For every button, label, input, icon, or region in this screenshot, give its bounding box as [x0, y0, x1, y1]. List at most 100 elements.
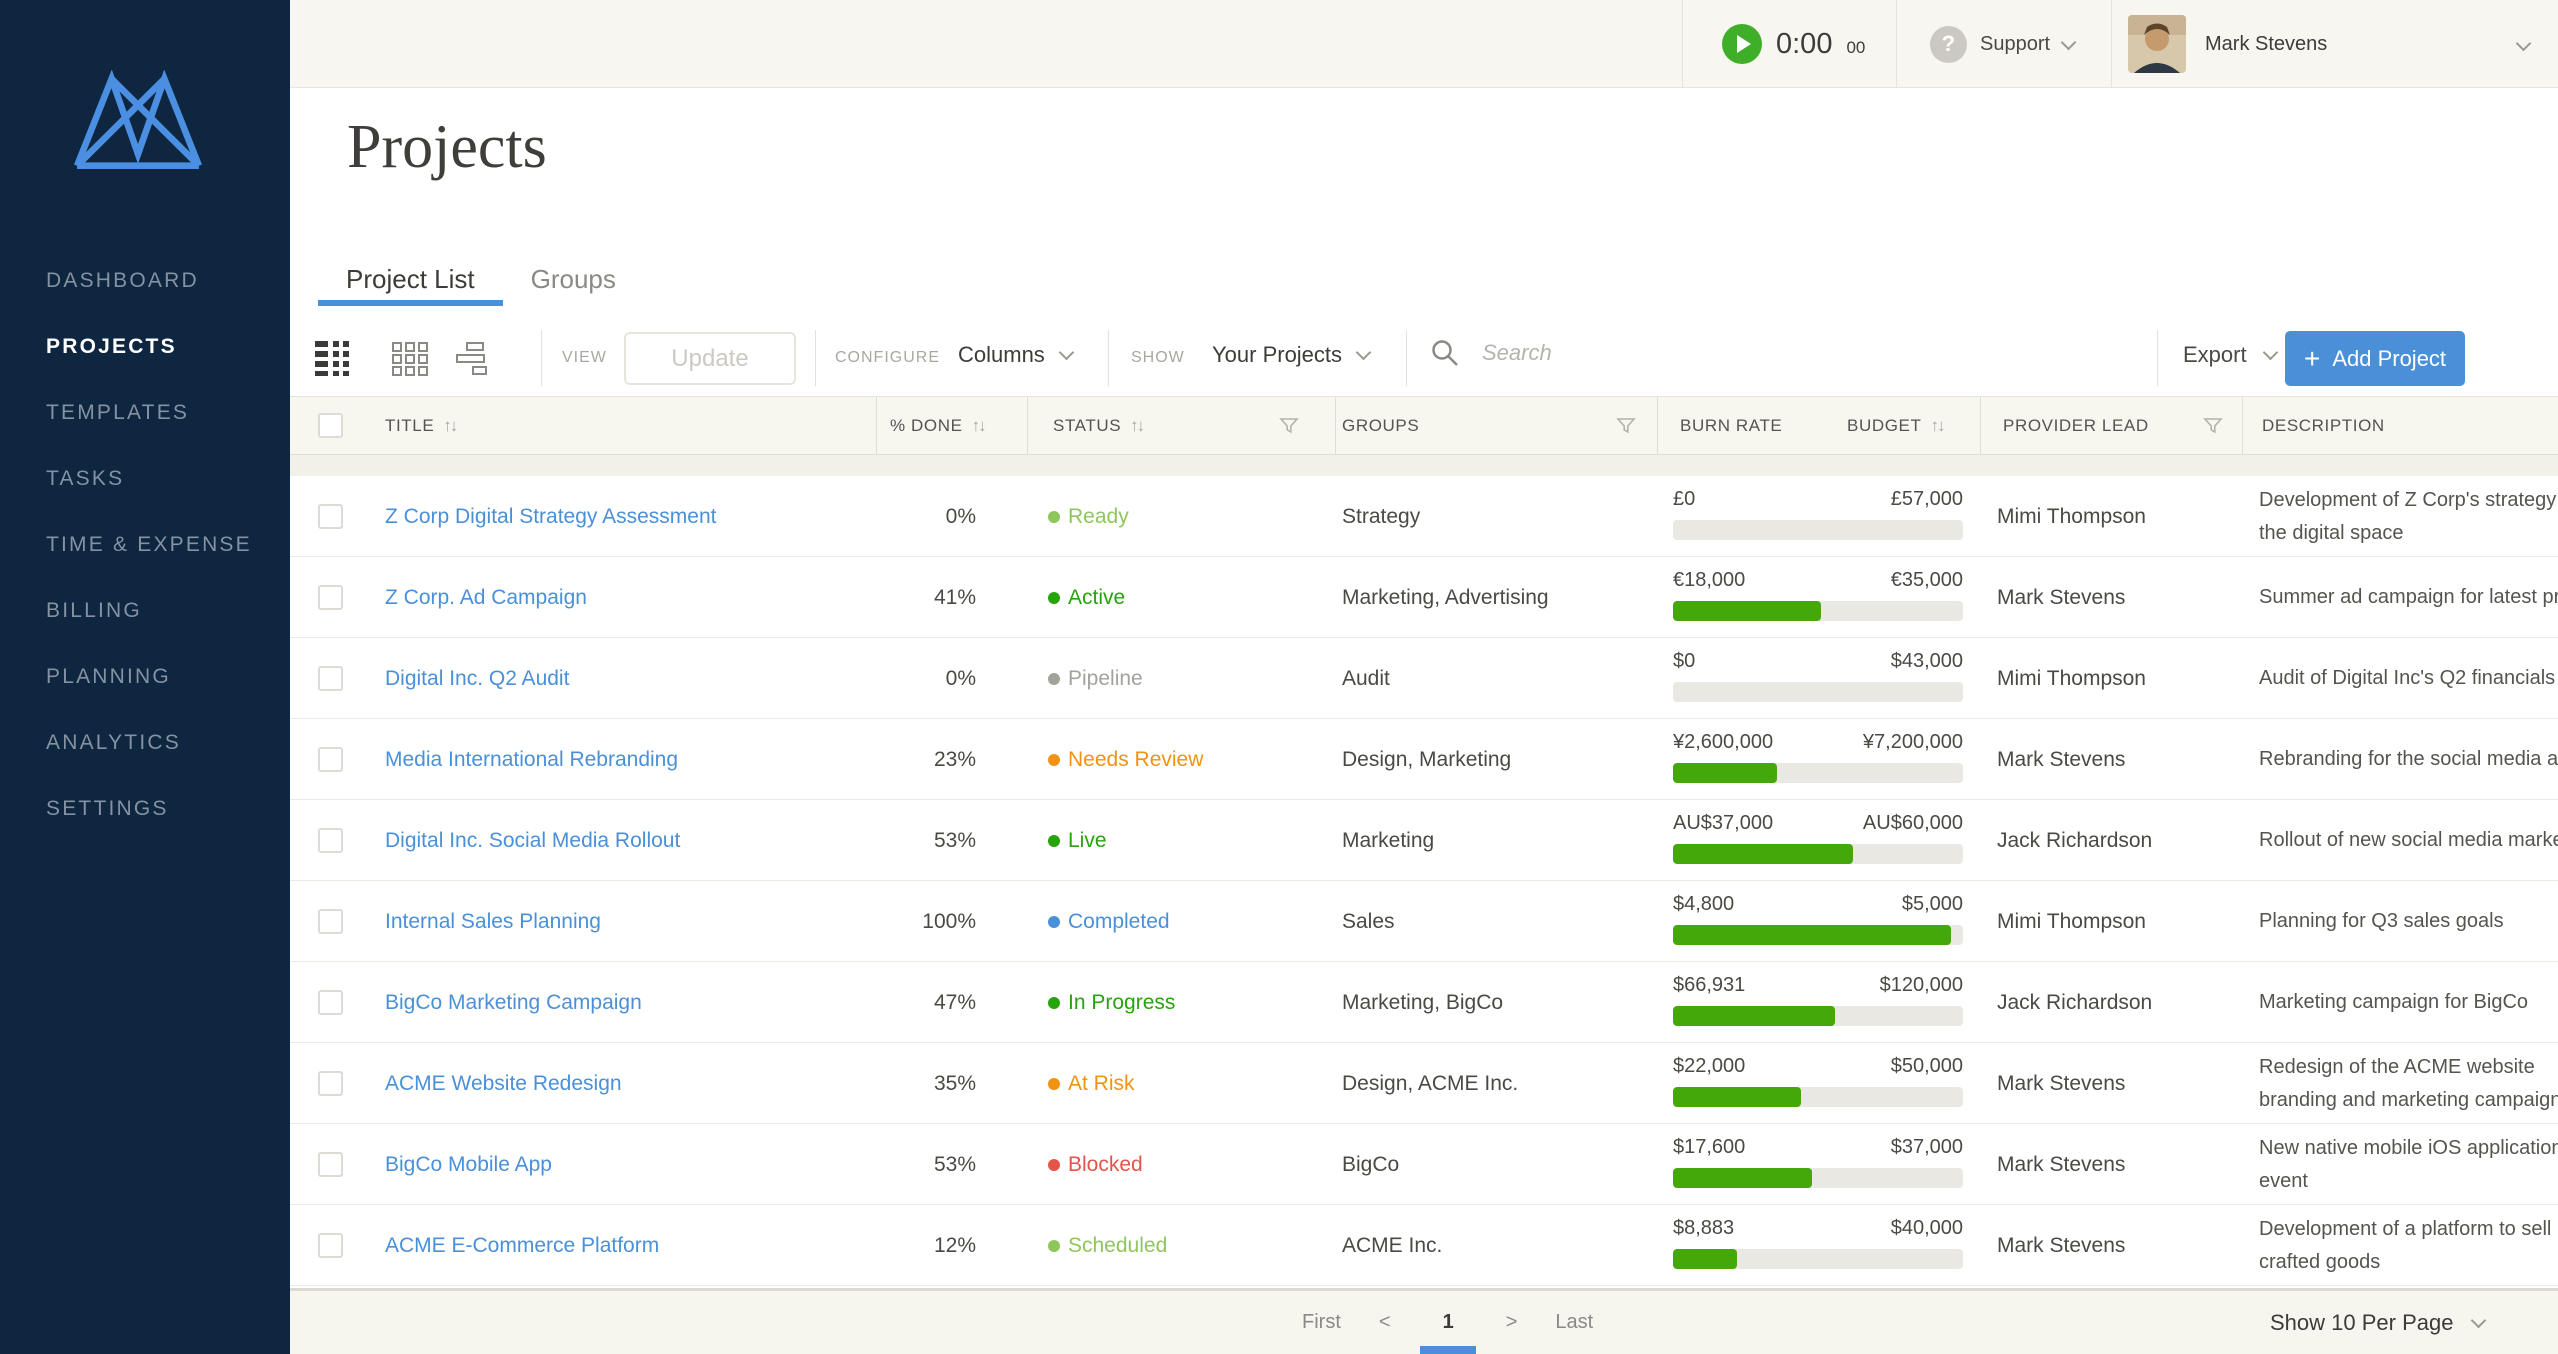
chevron-down-icon: [1356, 345, 1372, 361]
pagination-first[interactable]: First: [1302, 1311, 1341, 1334]
column-divider: [1980, 397, 1981, 455]
project-title-link[interactable]: BigCo Mobile App: [385, 1153, 552, 1177]
table-scroll-strip: [290, 455, 2558, 476]
project-title-link[interactable]: Digital Inc. Q2 Audit: [385, 667, 569, 691]
pagination-prev-icon[interactable]: <: [1379, 1311, 1391, 1334]
row-checkbox[interactable]: [318, 909, 343, 934]
help-icon: ?: [1930, 26, 1967, 63]
per-page-dropdown[interactable]: Show 10 Per Page: [2270, 1291, 2484, 1354]
gantt-view-icon[interactable]: [456, 342, 500, 381]
sidebar-item-projects[interactable]: PROJECTS: [0, 314, 290, 380]
burn-progress-fill: [1673, 1087, 1801, 1107]
pagination-next-icon[interactable]: >: [1506, 1311, 1518, 1334]
project-title-link[interactable]: ACME Website Redesign: [385, 1072, 622, 1096]
table-row: ACME Website Redesign 35% At Risk Design…: [290, 1043, 2558, 1124]
pagination-last[interactable]: Last: [1555, 1311, 1593, 1334]
column-header-title[interactable]: TITLE ↑↓: [385, 397, 456, 455]
column-header-budget[interactable]: BUDGET ↑↓: [1847, 397, 1943, 455]
status-cell: In Progress: [1048, 962, 1175, 1043]
status-dot-icon: [1048, 592, 1060, 604]
filter-icon[interactable]: [2203, 416, 2223, 436]
column-divider: [2242, 397, 2243, 455]
project-title-link[interactable]: Z Corp Digital Strategy Assessment: [385, 505, 716, 529]
column-header-done[interactable]: % DONE ↑↓: [890, 397, 985, 455]
update-button[interactable]: Update: [624, 332, 796, 385]
burn-progress-bar: [1673, 1087, 1963, 1107]
columns-dropdown[interactable]: Columns: [958, 342, 1072, 368]
percent-done: 23%: [876, 719, 976, 800]
table-row: Z Corp Digital Strategy Assessment 0% Re…: [290, 476, 2558, 557]
table-row: BigCo Mobile App 53% Blocked BigCo $17,6…: [290, 1124, 2558, 1205]
column-header-burn-rate[interactable]: BURN RATE: [1680, 397, 1782, 455]
row-checkbox[interactable]: [318, 666, 343, 691]
add-project-button[interactable]: + Add Project: [2285, 331, 2465, 386]
project-title-link[interactable]: ACME E-Commerce Platform: [385, 1234, 659, 1258]
burn-progress-bar: [1673, 1249, 1963, 1269]
project-title-link[interactable]: Internal Sales Planning: [385, 910, 601, 934]
status-dot-icon: [1048, 673, 1060, 685]
search-input[interactable]: [1482, 340, 1812, 366]
row-checkbox[interactable]: [318, 747, 343, 772]
row-checkbox[interactable]: [318, 1233, 343, 1258]
grid-view-icon[interactable]: [392, 342, 428, 381]
show-filter-dropdown[interactable]: Your Projects: [1212, 342, 1369, 368]
sidebar-item-billing[interactable]: BILLING: [0, 578, 290, 644]
list-view-icon[interactable]: [315, 340, 353, 381]
sidebar-item-dashboard[interactable]: DASHBOARD: [0, 248, 290, 314]
sort-icon[interactable]: ↑↓: [1930, 416, 1943, 436]
row-checkbox[interactable]: [318, 585, 343, 610]
burn-progress-fill: [1673, 763, 1777, 783]
row-checkbox[interactable]: [318, 1152, 343, 1177]
sidebar-item-planning[interactable]: PLANNING: [0, 644, 290, 710]
sort-icon[interactable]: ↑↓: [1130, 416, 1143, 436]
column-header-provider-lead[interactable]: PROVIDER LEAD: [2003, 397, 2149, 455]
export-dropdown[interactable]: Export: [2183, 342, 2276, 368]
user-menu[interactable]: Mark Stevens: [2128, 0, 2327, 88]
description-cell: Planning for Q3 sales goals: [2259, 881, 2558, 962]
project-title-link[interactable]: Z Corp. Ad Campaign: [385, 586, 587, 610]
tab-groups[interactable]: Groups: [503, 252, 644, 306]
groups-cell: Marketing, BigCo: [1342, 962, 1503, 1043]
sidebar-item-analytics[interactable]: ANALYTICS: [0, 710, 290, 776]
row-checkbox[interactable]: [318, 1071, 343, 1096]
status-label: In Progress: [1068, 991, 1175, 1015]
status-cell: Scheduled: [1048, 1205, 1167, 1286]
tab-project-list[interactable]: Project List: [318, 252, 503, 306]
sidebar-item-time-expense[interactable]: TIME & EXPENSE: [0, 512, 290, 578]
project-title-link[interactable]: Media International Rebranding: [385, 748, 678, 772]
filter-icon[interactable]: [1616, 416, 1636, 436]
table-row: Z Corp. Ad Campaign 41% Active Marketing…: [290, 557, 2558, 638]
sidebar-item-tasks[interactable]: TASKS: [0, 446, 290, 512]
select-all-checkbox[interactable]: [318, 413, 343, 438]
project-title-link[interactable]: BigCo Marketing Campaign: [385, 991, 642, 1015]
sort-icon[interactable]: ↑↓: [443, 416, 456, 436]
column-header-description[interactable]: DESCRIPTION: [2262, 397, 2385, 455]
column-header-status[interactable]: STATUS ↑↓: [1053, 397, 1143, 455]
description-line: crafted goods: [2259, 1246, 2380, 1279]
filter-icon[interactable]: [1279, 416, 1299, 436]
sidebar-item-settings[interactable]: SETTINGS: [0, 776, 290, 842]
pagination-page-1[interactable]: 1: [1429, 1311, 1468, 1334]
topbar-divider: [1896, 0, 1897, 88]
percent-done: 53%: [876, 800, 976, 881]
timer-value: 0:00: [1776, 28, 1832, 61]
project-title-link[interactable]: Digital Inc. Social Media Rollout: [385, 829, 680, 853]
sidebar: DASHBOARDPROJECTSTEMPLATESTASKSTIME & EX…: [0, 0, 290, 1354]
row-checkbox[interactable]: [318, 504, 343, 529]
column-header-groups[interactable]: GROUPS: [1342, 397, 1419, 455]
row-checkbox[interactable]: [318, 990, 343, 1015]
burn-progress-bar: [1673, 682, 1963, 702]
burn-rate-value: $0: [1673, 650, 1695, 673]
sort-icon[interactable]: ↑↓: [972, 416, 985, 436]
percent-done: 53%: [876, 1124, 976, 1205]
support-menu[interactable]: ? Support: [1930, 0, 2074, 88]
chevron-down-icon: [2061, 34, 2077, 50]
chevron-down-icon: [1059, 345, 1075, 361]
sidebar-item-templates[interactable]: TEMPLATES: [0, 380, 290, 446]
burn-progress-fill: [1673, 1249, 1737, 1269]
row-checkbox[interactable]: [318, 828, 343, 853]
description-line: Development of Z Corp's strategy in: [2259, 484, 2558, 517]
chevron-down-icon[interactable]: [2516, 36, 2532, 52]
status-label: Pipeline: [1068, 667, 1143, 691]
start-timer-button[interactable]: [1722, 24, 1762, 64]
